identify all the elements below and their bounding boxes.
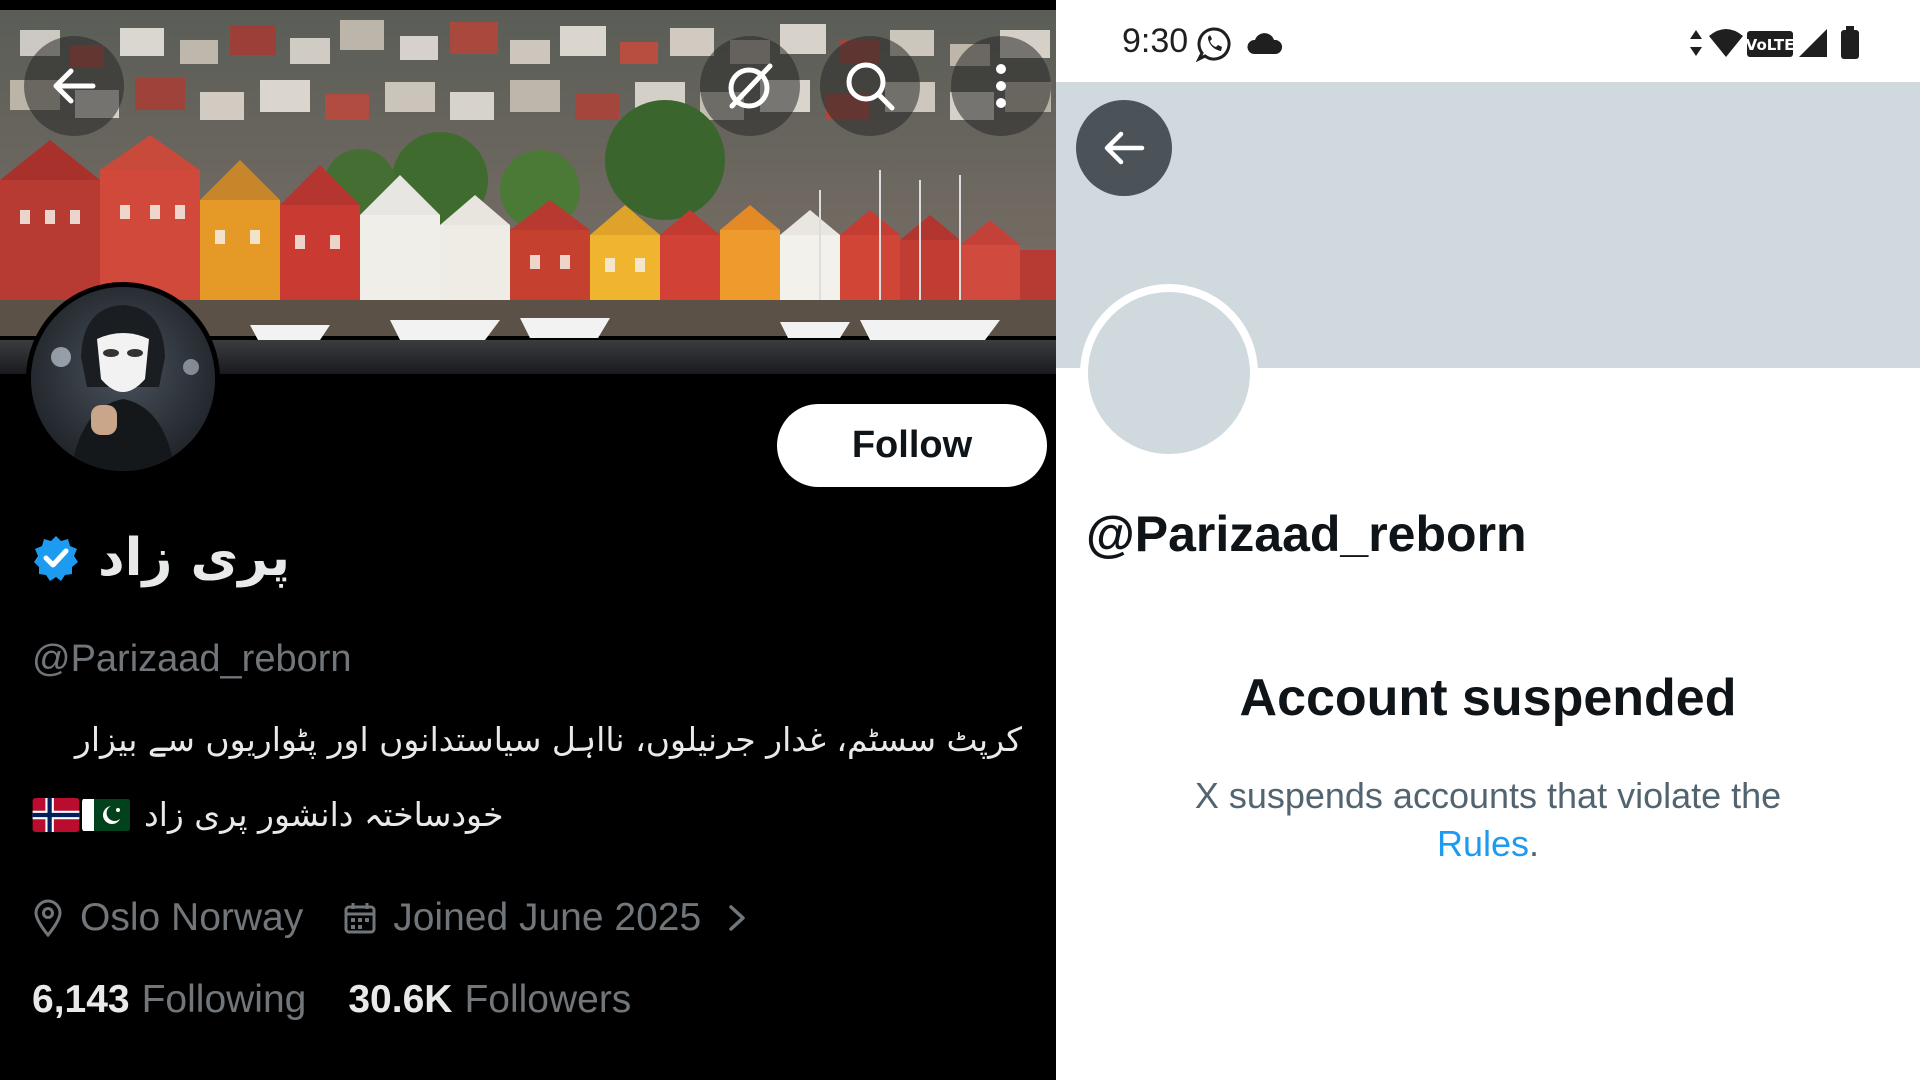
pakistan-flag-icon xyxy=(82,798,130,832)
rules-link[interactable]: Rules xyxy=(1437,823,1529,864)
more-options-button[interactable] xyxy=(951,36,1051,136)
followers-label: Followers xyxy=(464,978,632,1021)
signal-icon xyxy=(1799,29,1827,57)
suspended-message: X suspends accounts that violate the Rul… xyxy=(1168,772,1808,868)
battery-icon xyxy=(1841,26,1859,59)
following-link[interactable]: 6,143 Following xyxy=(32,978,306,1022)
back-button[interactable] xyxy=(1076,100,1172,196)
norway-flag-icon xyxy=(32,797,80,832)
avatar[interactable] xyxy=(26,282,220,476)
display-name: پری زاد xyxy=(98,528,291,588)
search-icon xyxy=(846,62,895,111)
following-label: Following xyxy=(141,978,307,1021)
cloud-icon xyxy=(1247,33,1283,54)
grok-icon xyxy=(728,63,773,109)
join-date[interactable]: Joined June 2025 xyxy=(343,896,765,940)
message-period: . xyxy=(1529,823,1540,864)
data-arrows-icon xyxy=(1690,30,1702,56)
search-button[interactable] xyxy=(820,36,920,136)
status-time: 9:30 xyxy=(1122,22,1189,60)
volte-icon: VoLTE xyxy=(1746,31,1794,57)
back-arrow-icon xyxy=(1104,131,1145,165)
location: Oslo Norway xyxy=(32,896,303,940)
profile-handle: @Parizaad_reborn xyxy=(1086,506,1527,562)
bio-line-2-text: خودساختہ دانشور پری زاد xyxy=(144,795,504,834)
followers-link[interactable]: 30.6K Followers xyxy=(348,978,631,1022)
suspended-profile-panel: 9:30 VoLTE @Parizaad_reborn Account susp… xyxy=(1056,0,1920,1080)
profile-meta: Oslo Norway Joined June 2025 xyxy=(32,896,765,940)
dark-profile-panel: Follow پری زاد @Parizaad_reborn کرپٹ سسٹ… xyxy=(0,0,1056,1080)
followers-count: 30.6K xyxy=(348,978,453,1021)
bio-line-2: خودساختہ دانشور پری زاد xyxy=(32,795,504,834)
follow-button[interactable]: Follow xyxy=(777,404,1047,487)
follow-stats: 6,143 Following 30.6K Followers xyxy=(32,978,631,1022)
following-count: 6,143 xyxy=(32,978,130,1021)
location-pin-icon xyxy=(34,899,62,938)
whatsapp-icon xyxy=(1196,27,1231,62)
back-arrow-icon xyxy=(53,68,96,104)
profile-handle: @Parizaad_reborn xyxy=(32,638,352,680)
status-bar: 9:30 VoLTE xyxy=(1056,0,1920,82)
join-date-text: Joined June 2025 xyxy=(393,896,702,939)
suspended-message-text: X suspends accounts that violate the xyxy=(1194,775,1782,816)
avatar-placeholder xyxy=(1080,284,1258,462)
name-row: پری زاد xyxy=(32,528,290,588)
back-button[interactable] xyxy=(24,36,124,136)
more-vertical-icon xyxy=(996,64,1006,108)
chevron-right-icon xyxy=(729,905,745,931)
grok-button[interactable] xyxy=(700,36,800,136)
calendar-icon xyxy=(344,903,376,934)
wifi-icon xyxy=(1709,29,1743,57)
svg-text:VoLTE: VoLTE xyxy=(1746,36,1794,54)
suspended-title: Account suspended xyxy=(1239,669,1737,727)
location-text: Oslo Norway xyxy=(80,896,304,939)
verified-badge-icon xyxy=(34,536,78,581)
bio-line-1: کرپٹ سسٹم، غدار جرنیلوں، نااہل سیاستدانو… xyxy=(74,720,1022,759)
